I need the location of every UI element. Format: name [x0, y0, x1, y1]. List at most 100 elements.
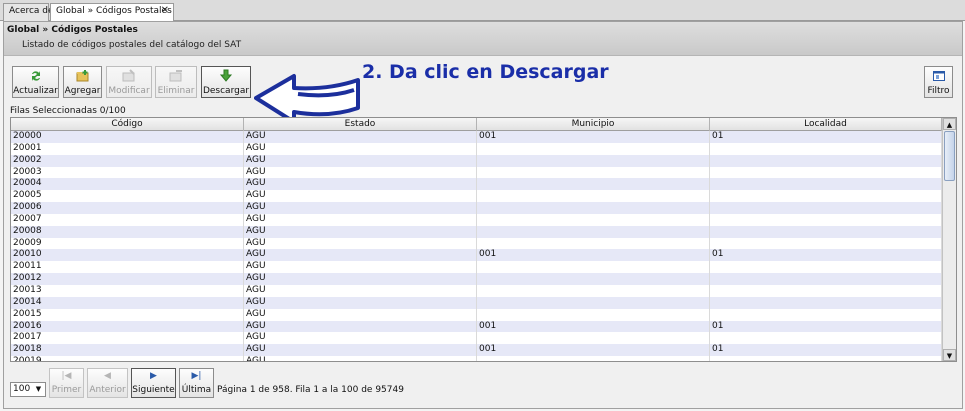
- municipio-cell: [477, 202, 710, 214]
- table-row[interactable]: 20007 AGU: [11, 213, 942, 226]
- localidad-cell: [710, 261, 942, 274]
- localidad-cell: [710, 273, 942, 285]
- estado-cell: AGU: [244, 332, 477, 345]
- codigo-cell: 20004: [11, 178, 244, 191]
- estado-cell: AGU: [244, 273, 477, 285]
- estado-cell: AGU: [244, 308, 477, 321]
- primer-button[interactable]: |◀ Primer: [49, 368, 84, 398]
- scroll-thumb[interactable]: [944, 131, 955, 181]
- page-size-select[interactable]: 100 ▼: [10, 382, 46, 397]
- download-arrow-icon: [202, 69, 250, 83]
- municipio-cell: [477, 166, 710, 179]
- last-page-icon: ▶|: [191, 371, 202, 381]
- codigo-cell: 20014: [11, 296, 244, 309]
- agregar-label: Agregar: [64, 86, 101, 96]
- table-row[interactable]: 20015 AGU: [11, 308, 942, 321]
- table-row[interactable]: 20017 AGU: [11, 332, 942, 345]
- municipio-cell: 001: [477, 131, 710, 143]
- breadcrumb: Global » Códigos Postales: [7, 25, 138, 35]
- anterior-button[interactable]: ◀ Anterior: [87, 368, 128, 398]
- municipio-cell: 001: [477, 344, 710, 357]
- table-row[interactable]: 20011 AGU: [11, 261, 942, 274]
- municipio-cell: [477, 332, 710, 345]
- modificar-button[interactable]: Modificar: [106, 66, 152, 98]
- table-row[interactable]: 20001 AGU: [11, 142, 942, 155]
- table-row[interactable]: 20006 AGU: [11, 202, 942, 214]
- table-row[interactable]: 20010 AGU 001 01: [11, 249, 942, 262]
- table-row[interactable]: 20003 AGU: [11, 166, 942, 179]
- descargar-label: Descargar: [202, 86, 250, 96]
- table-row[interactable]: 20009 AGU: [11, 237, 942, 250]
- instruction-callout: 2. Da clic en Descargar: [362, 61, 609, 83]
- localidad-cell: [710, 202, 942, 214]
- vertical-scrollbar[interactable]: ▲ ▼: [942, 118, 956, 361]
- codigo-cell: 20013: [11, 284, 244, 297]
- refresh-icon: [13, 69, 58, 83]
- localidad-cell: [710, 284, 942, 297]
- table-row[interactable]: 20016 AGU 001 01: [11, 320, 942, 333]
- table-row[interactable]: 20004 AGU: [11, 178, 942, 191]
- pagination-bar: 100 ▼ |◀ Primer ◀ Anterior ▶ Siguiente ▶…: [4, 368, 962, 403]
- table-row[interactable]: 20005 AGU: [11, 190, 942, 203]
- municipio-cell: [477, 356, 710, 361]
- municipio-cell: [477, 237, 710, 250]
- ultima-button[interactable]: ▶| Última: [179, 368, 214, 398]
- close-icon[interactable]: ✕: [161, 5, 169, 16]
- column-header-codigo[interactable]: Código: [11, 118, 244, 131]
- estado-cell: AGU: [244, 202, 477, 214]
- anterior-label: Anterior: [89, 385, 126, 395]
- postal-codes-table: Código Estado Municipio Localidad 20000 A…: [10, 117, 957, 362]
- table-row[interactable]: 20018 AGU 001 01: [11, 344, 942, 357]
- estado-cell: AGU: [244, 344, 477, 357]
- page-subtitle: Listado de códigos postales del catálogo…: [22, 40, 242, 50]
- estado-cell: AGU: [244, 178, 477, 191]
- column-header-estado[interactable]: Estado: [244, 118, 477, 131]
- eliminar-label: Eliminar: [157, 86, 195, 96]
- eliminar-button[interactable]: Eliminar: [155, 66, 197, 98]
- estado-cell: AGU: [244, 166, 477, 179]
- estado-cell: AGU: [244, 131, 477, 143]
- table-row[interactable]: 20013 AGU: [11, 284, 942, 297]
- localidad-cell: [710, 332, 942, 345]
- tab-label: Acerca de: [9, 6, 54, 16]
- municipio-cell: [477, 273, 710, 285]
- municipio-cell: [477, 284, 710, 297]
- codigo-cell: 20016: [11, 320, 244, 333]
- actualizar-label: Actualizar: [13, 86, 58, 96]
- table-row[interactable]: 20019AGU: [11, 356, 942, 361]
- localidad-cell: [710, 237, 942, 250]
- codigo-cell: 20009: [11, 237, 244, 250]
- main-panel: Global » Códigos Postales Listado de cód…: [3, 21, 963, 409]
- codigo-cell: 20018: [11, 344, 244, 357]
- localidad-cell: [710, 178, 942, 191]
- descargar-button[interactable]: Descargar: [201, 66, 251, 98]
- previous-page-icon: ◀: [104, 371, 111, 381]
- table-row[interactable]: 20014 AGU: [11, 296, 942, 309]
- table-row[interactable]: 20012 AGU: [11, 273, 942, 285]
- table-row[interactable]: 20008 AGU: [11, 225, 942, 238]
- codigo-cell: 20007: [11, 213, 244, 226]
- estado-cell: AGU: [244, 296, 477, 309]
- localidad-cell: 01: [710, 344, 942, 357]
- column-header-localidad[interactable]: Localidad: [710, 118, 942, 131]
- table-row[interactable]: 20000 AGU 001 01: [11, 131, 942, 143]
- localidad-cell: 01: [710, 131, 942, 143]
- municipio-cell: [477, 178, 710, 191]
- tab-acerca-de[interactable]: Acerca de: [3, 3, 54, 21]
- scroll-up-icon[interactable]: ▲: [943, 118, 956, 130]
- filter-icon: [925, 69, 952, 83]
- scroll-down-icon[interactable]: ▼: [943, 349, 956, 361]
- filtro-button[interactable]: Filtro: [924, 66, 953, 98]
- agregar-button[interactable]: Agregar: [63, 66, 102, 98]
- column-header-municipio[interactable]: Municipio: [477, 118, 710, 131]
- folder-delete-icon: [156, 69, 196, 83]
- table-header: Código Estado Municipio Localidad: [11, 118, 942, 131]
- table-row[interactable]: 20002 AGU: [11, 154, 942, 167]
- tab-codigos-postales[interactable]: Global » Códigos Postales ✕: [50, 3, 174, 22]
- pagination-info: Página 1 de 958. Fila 1 a la 100 de 9574…: [217, 385, 404, 395]
- actualizar-button[interactable]: Actualizar: [12, 66, 59, 98]
- siguiente-button[interactable]: ▶ Siguiente: [131, 368, 176, 398]
- localidad-cell: [710, 154, 942, 167]
- codigo-cell: 20005: [11, 190, 244, 203]
- codigo-cell: 20006: [11, 202, 244, 214]
